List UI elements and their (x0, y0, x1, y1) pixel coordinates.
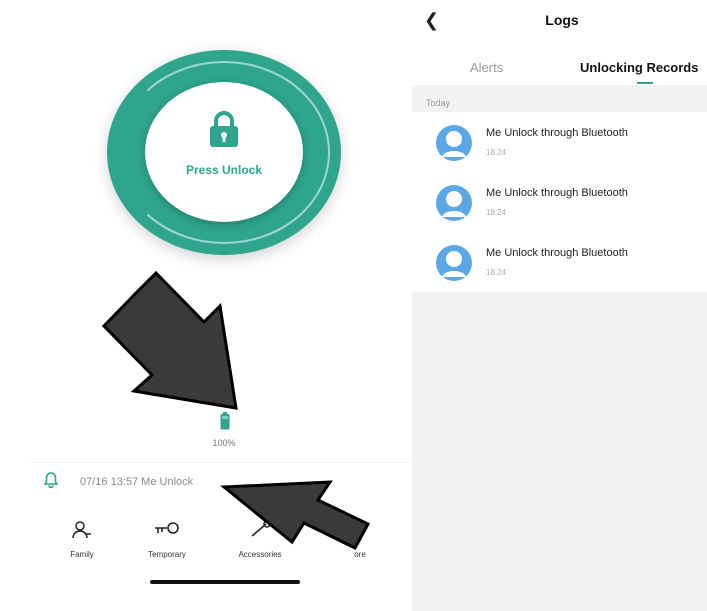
lock-home-panel: Press Unlock 100% 07/16 13:57 Me Unlock (0, 0, 410, 611)
annotation-arrows (101, 270, 371, 550)
unlock-records-list: Me Unlock through Bluetooth 18:24 Me Unl… (412, 112, 707, 292)
record-time: 18:24 (486, 268, 507, 277)
list-item[interactable]: Me Unlock through Bluetooth 18:24 (412, 112, 707, 172)
record-title: Me Unlock through Bluetooth (486, 187, 628, 199)
active-tab-indicator (637, 82, 653, 84)
avatar (436, 245, 472, 286)
arrow-to-battery-icon (101, 270, 238, 410)
avatar (436, 185, 472, 226)
section-label-today: Today (426, 98, 451, 108)
avatar (436, 125, 472, 166)
page-title: Logs (545, 12, 579, 28)
list-item[interactable]: Me Unlock through Bluetooth 18:24 (412, 172, 707, 232)
logs-panel: ❮ Logs Alerts Unlocking Records Today Me… (412, 0, 707, 611)
record-title: Me Unlock through Bluetooth (486, 127, 628, 139)
record-title: Me Unlock through Bluetooth (486, 247, 628, 259)
logs-header: ❮ Logs Alerts Unlocking Records (412, 0, 707, 85)
tab-unlocking-records[interactable]: Unlocking Records (580, 60, 698, 75)
arrow-to-notification-icon (219, 480, 371, 550)
tab-alerts[interactable]: Alerts (470, 60, 503, 75)
record-time: 18:24 (486, 208, 507, 217)
list-item[interactable]: Me Unlock through Bluetooth 18:24 (412, 232, 707, 292)
record-time: 18:24 (486, 148, 507, 157)
